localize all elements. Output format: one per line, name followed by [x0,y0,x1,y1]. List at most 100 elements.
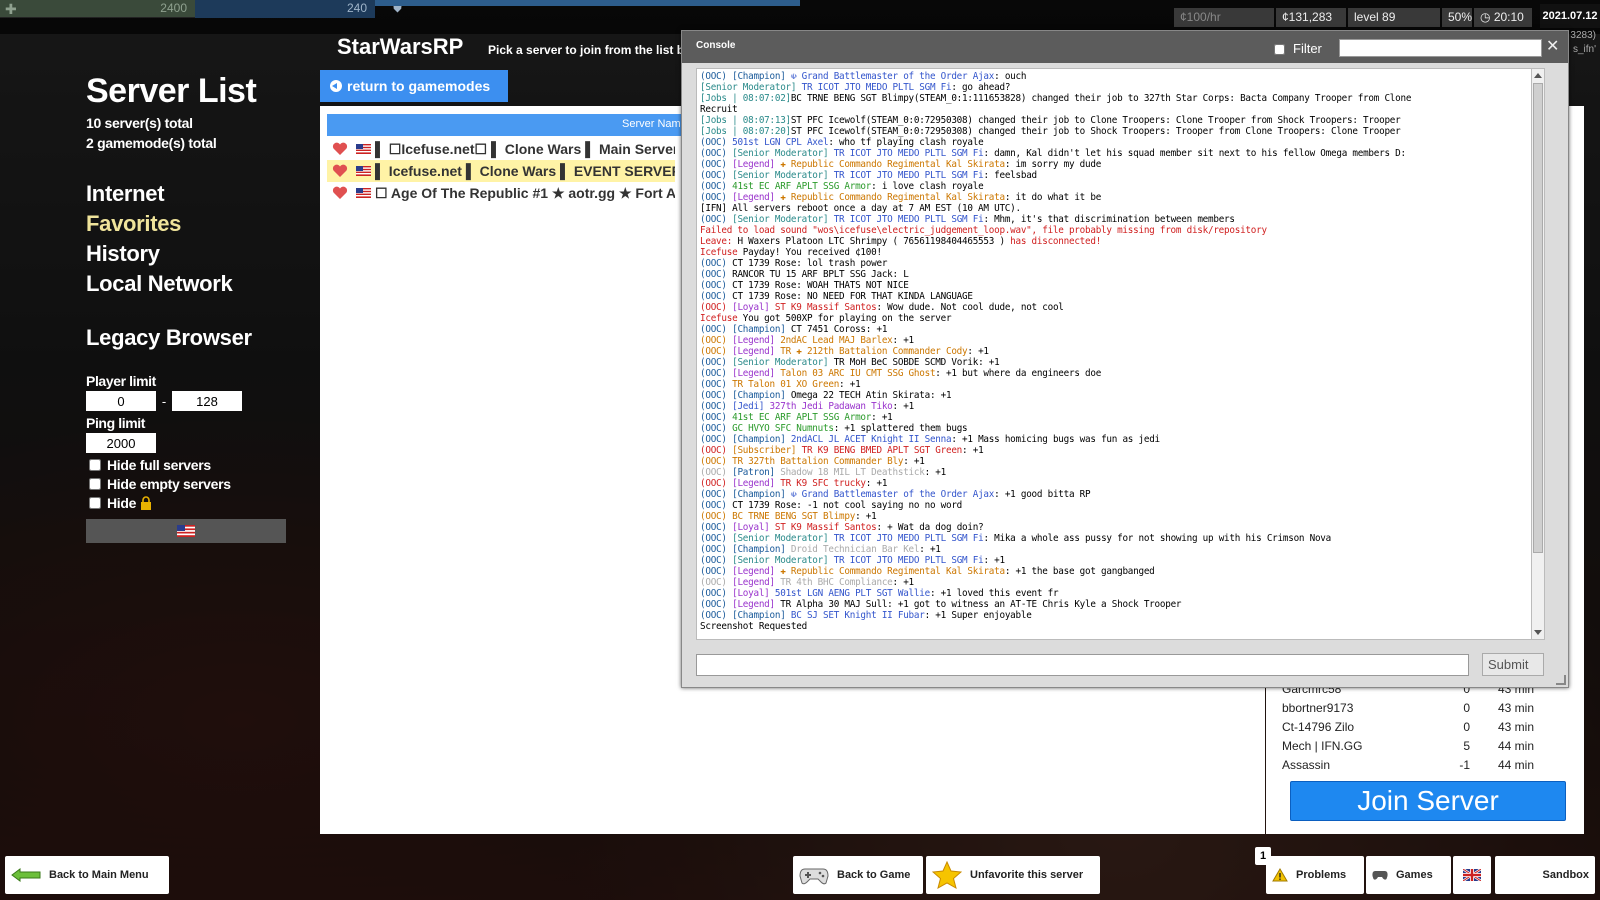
scroll-down-icon[interactable] [1534,630,1542,635]
console-titlebar[interactable]: Console Filter ✕ [682,31,1568,63]
favorite-heart-icon[interactable] [332,164,348,178]
console-segment: (OOC) [700,280,733,291]
console-segment: (OOC) [700,368,733,379]
console-segment: (OOC) [700,489,733,500]
hide-locked-checkbox[interactable] [89,497,101,509]
console-line: (OOC) TR Talon 01 XO Green: +1 [700,379,1537,390]
close-icon[interactable]: ✕ [1546,36,1559,56]
console-segment: [Loyal] [732,302,775,313]
console-segment: [Senior Moderator] [732,357,834,368]
server-row[interactable]: ▌ ☐Icefuse.net☐ ▌ Clone Wars ▌ Main Serv… [327,138,675,160]
player-row: bbortner9173 0 43 min [1274,699,1538,718]
nav-local-network[interactable]: Local Network [86,271,286,297]
time-value: 20:10 [1493,10,1524,24]
console-line: (OOC) CT 1739 Rose: WOAH THATS NOT NICE [700,280,1537,291]
console-line: (OOC) [Jedi] 327th Jedi Padawan Tiko: +1 [700,401,1537,412]
console-segment: TR ICOT JTO MEDO PLTL SGM Fi [833,170,984,181]
console-segment: : +1 [967,346,989,357]
back-to-main-menu-button[interactable]: Back to Main Menu [5,856,169,894]
clock-icon: ◷ [1480,10,1491,24]
level-label: level 89 [1348,8,1440,27]
hide-full-checkbox[interactable] [89,459,101,471]
lock-icon [141,496,152,510]
console-segment: : +1 [919,544,941,555]
console-segment: [Loyal] [732,522,775,533]
controller-icon [1372,871,1388,880]
nav-legacy-browser[interactable]: Legacy Browser [86,325,286,351]
console-line: (OOC) RANCOR TU 15 ARF BPLT SSG Jack: L [700,269,1537,280]
console-segment: (OOC) [700,335,733,346]
console-segment: (OOC) [700,291,733,302]
filter-input[interactable] [1339,39,1542,57]
back-to-game-label: Back to Game [837,869,911,881]
console-line: Screenshot Requested [700,621,1537,632]
console-segment: (OOC) [700,401,733,412]
scroll-up-icon[interactable] [1534,73,1542,78]
console-segment: ✚ Republic Commando Regimental Kal Skira… [780,192,1005,203]
console-segment: (OOC) [700,137,733,148]
console-command-input[interactable] [696,654,1469,676]
console-segment: RANCOR TU 15 ARF BPLT SSG Jack: L [732,269,909,280]
console-segment: (OOC) [700,478,733,489]
console-scrollbar[interactable] [1531,68,1545,640]
unfavorite-server-button[interactable]: Unfavorite this server [926,856,1100,894]
hide-empty-checkbox[interactable] [89,478,101,490]
unfavorite-label: Unfavorite this server [970,869,1084,881]
console-segment: [Champion] [732,544,791,555]
console-segment: : +1 loved this event fr [929,588,1059,599]
console-segment: : +1 [855,511,877,522]
console-segment: : +1 [983,555,1005,566]
console-line: [IFN] All servers reboot once a day at 7… [700,203,1537,214]
console-segment: [Legend] [732,577,781,588]
country-filter-button[interactable] [86,519,286,543]
console-line: (OOC) [Legend] ✚ Republic Commando Regim… [700,566,1537,577]
scroll-thumb[interactable] [1533,83,1543,553]
xp-bar [375,0,800,6]
console-line: (OOC) [Senior Moderator] TR ICOT JTO MED… [700,555,1537,566]
favorite-heart-icon[interactable] [332,142,348,156]
ping-limit-input[interactable] [86,433,156,453]
back-to-game-button[interactable]: Back to Game [793,856,923,894]
player-max-input[interactable] [172,391,242,411]
console-segment: (OOC) [700,566,733,577]
favorite-heart-icon[interactable] [332,186,348,200]
problems-button[interactable]: Problems [1266,856,1364,894]
console-segment: : feelsbad [983,170,1037,181]
player-name: Ct-14796 Zilo [1282,720,1355,734]
console-segment: TR ICOT JTO MEDO PLTL SGM Fi [801,82,952,93]
console-segment: [Legend] [732,192,781,203]
nav-history[interactable]: History [86,241,286,267]
nav-internet[interactable]: Internet [86,181,286,207]
console-segment: (OOC) [700,357,733,368]
console-line: (OOC) [Senior Moderator] TR ICOT JTO MED… [700,214,1537,225]
console-segment: Droid Technician Bar Kel [790,544,920,555]
resize-grip-icon[interactable] [1556,675,1566,685]
join-server-button[interactable]: Join Server [1290,781,1566,821]
games-button[interactable]: Games [1366,856,1451,894]
console-segment: (OOC) [700,71,733,82]
filter-checkbox[interactable] [1274,44,1285,55]
console-line: (OOC) [Loyal] ST K9 Massif Santos: + Wat… [700,522,1537,533]
console-segment: [Legend] [732,478,781,489]
column-server-name[interactable]: Server Nam [622,118,681,130]
nav-favorites[interactable]: Favorites [86,211,286,237]
sandbox-button[interactable]: Sandbox [1495,856,1595,894]
servers-total: 10 server(s) total [86,115,193,131]
console-segment: Omega 22 TECH Atin Skirata: +1 [790,390,952,401]
language-button[interactable] [1453,856,1491,894]
server-row[interactable]: ▌ Icefuse.net ▌ Clone Wars ▌ EVENT SERVE… [327,160,675,182]
console-segment: (OOC) [700,214,733,225]
server-name: ▌ Icefuse.net ▌ Clone Wars ▌ EVENT SERVE… [375,163,675,179]
player-time: 43 min [1497,720,1534,734]
console-line: Icefuse Payday! You received ¢100! [700,247,1537,258]
player-min-input[interactable] [86,391,156,411]
server-row[interactable]: ☐ Age Of The Republic #1 ★ aotr.gg ★ For… [327,182,675,204]
player-score: 0 [1463,720,1470,734]
console-segment: Shadow 18 MIL LT Deathstick [780,467,925,478]
problems-label: Problems [1296,869,1347,881]
player-limit-separator: - [161,393,167,409]
return-to-gamemodes-button[interactable]: return to gamemodes [320,70,508,102]
console-segment: (OOC) [700,324,733,335]
console-submit-button[interactable]: Submit [1482,653,1544,676]
console-segment: CT 7451 Coross: +1 [790,324,888,335]
